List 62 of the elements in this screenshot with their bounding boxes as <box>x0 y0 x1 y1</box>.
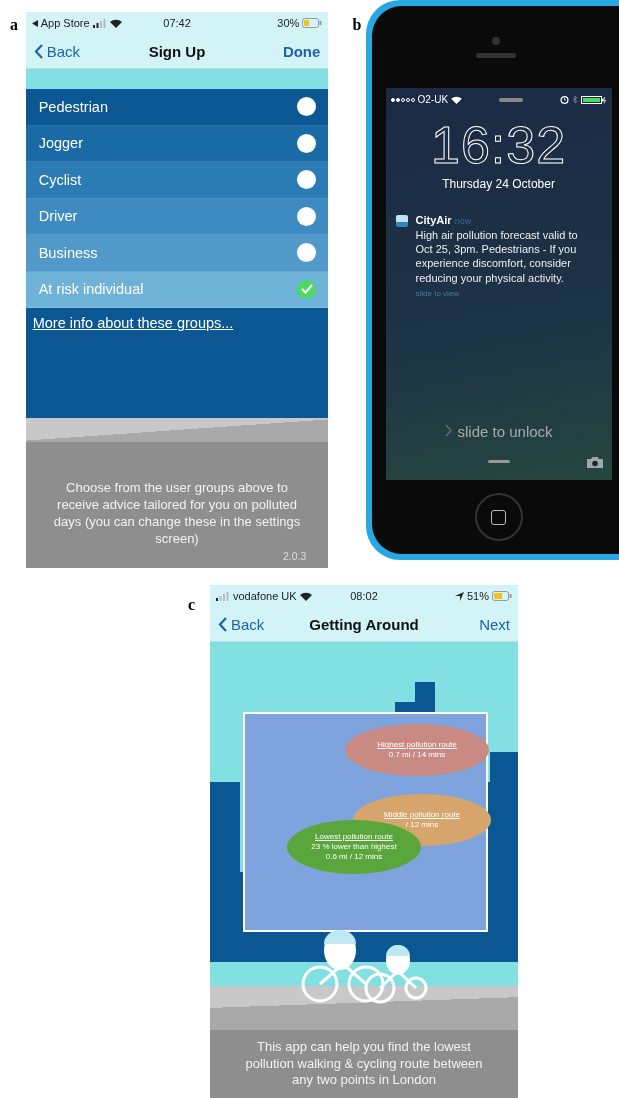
chevron-left-icon <box>218 616 227 632</box>
wifi-icon <box>451 95 463 104</box>
home-button[interactable] <box>474 493 523 541</box>
status-time: 08:02 <box>350 590 378 602</box>
info-text: Choose from the user groups above to receive advice tailored for you on polluted days (you can change these in the settings screen) <box>52 480 302 548</box>
group-row[interactable]: Pedestrian <box>25 89 329 126</box>
group-checkbox[interactable] <box>297 243 317 263</box>
back-triangle-icon <box>31 19 38 27</box>
status-carrier: App Store <box>40 17 90 29</box>
bluetooth-icon <box>571 95 578 104</box>
panel-label: b <box>352 16 363 34</box>
back-button[interactable]: Back <box>33 42 114 60</box>
battery-percent: 51% <box>466 590 489 602</box>
battery-icon <box>580 95 607 104</box>
status-carrier: O2-UK <box>417 94 449 105</box>
signal-icon <box>92 18 107 28</box>
group-checkbox[interactable] <box>297 279 317 299</box>
wifi-icon <box>109 18 122 28</box>
signal-icon <box>216 591 230 601</box>
wifi-icon <box>299 591 312 601</box>
group-checkbox[interactable] <box>297 170 317 190</box>
done-button[interactable]: Done <box>240 42 321 60</box>
lock-screen-date: Thursday 24 October <box>441 177 556 191</box>
group-row[interactable]: Business <box>25 235 329 272</box>
battery-icon <box>492 591 512 601</box>
screen-title: Sign Up <box>148 42 206 60</box>
version-label: 2.0.3 <box>283 550 307 562</box>
group-row[interactable]: Cyclist <box>25 162 329 199</box>
chevron-right-icon <box>444 424 452 437</box>
group-row[interactable]: Driver <box>25 198 329 235</box>
more-info-link[interactable]: More info about these groups... <box>32 315 234 331</box>
panel-label: c <box>188 596 197 614</box>
slide-to-view-hint: slide to view <box>415 288 460 298</box>
battery-percent: 30% <box>277 17 300 29</box>
earpiece-icon <box>475 52 516 58</box>
grabber-icon <box>487 460 510 463</box>
front-camera-icon <box>491 36 500 45</box>
group-checkbox[interactable] <box>297 97 317 117</box>
alarm-clock-icon <box>559 95 569 104</box>
next-button[interactable]: Next <box>430 615 510 633</box>
group-checkbox[interactable] <box>297 133 317 153</box>
status-carrier: vodafone UK <box>233 590 297 602</box>
camera-icon[interactable] <box>585 456 604 469</box>
slide-to-unlock-text: slide to unlock <box>457 423 553 440</box>
back-button[interactable]: Back <box>218 615 298 633</box>
location-arrow-icon <box>454 591 464 601</box>
info-text: This app can help you find the lowest pollution walking & cycling route between any two points in London <box>244 1038 484 1090</box>
notification-app-name: CityAir <box>415 214 452 226</box>
lock-screen-time: 16:32 <box>429 115 568 175</box>
group-row[interactable]: Jogger <box>25 125 329 162</box>
grabber-icon <box>498 97 523 102</box>
chevron-left-icon <box>33 43 43 59</box>
battery-icon <box>302 18 323 28</box>
app-icon <box>395 215 408 227</box>
group-checkbox[interactable] <box>297 206 317 226</box>
notification-time: now <box>454 216 472 226</box>
route-callout: Highest pollution route 0.7 mi / 14 mins <box>345 724 489 776</box>
screen-title: Getting Around <box>309 615 419 633</box>
checkmark-icon <box>300 284 313 295</box>
panel-label: a <box>10 16 19 34</box>
status-time: 07:42 <box>163 17 191 29</box>
notification-text: High air pollution forecast valid to Oct 25, 3pm. Pedestrians - If you experience discomfort, consider reducing your physical activity. <box>415 227 579 285</box>
